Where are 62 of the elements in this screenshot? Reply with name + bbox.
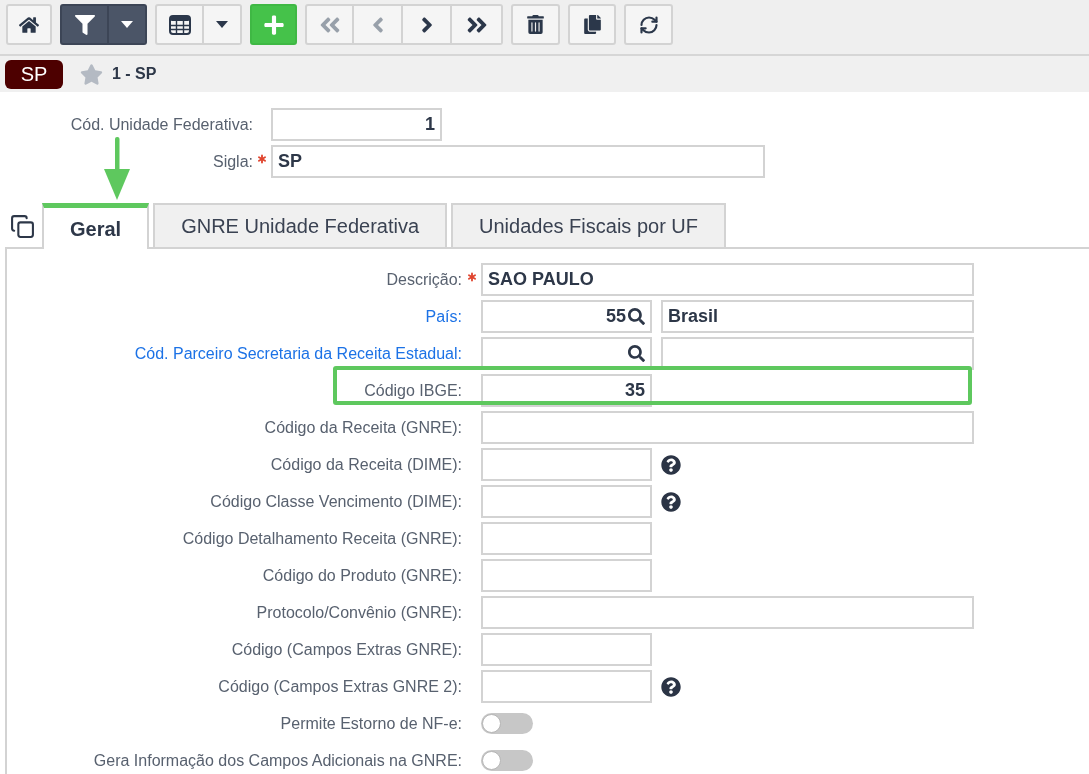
field-label: Cód. Unidade Federativa: (70, 114, 253, 135)
record-badge: SP (5, 59, 63, 89)
star-icon[interactable] (80, 62, 103, 86)
field-link[interactable]: País: (425, 304, 462, 329)
record-title: 1 - SP (112, 64, 157, 84)
field-label: Código (Campos Extras GNRE 2): (218, 676, 462, 697)
tab[interactable]: GNRE Unidade Federativa (153, 203, 448, 247)
field-label: Permite Estorno de NF-e: (280, 713, 462, 734)
search-icon[interactable] (628, 308, 645, 325)
refresh-icon (638, 14, 659, 35)
trash-icon (526, 15, 545, 34)
field-label: Protocolo/Convênio (GNRE): (256, 602, 462, 623)
help-icon[interactable] (661, 491, 681, 512)
text-field[interactable]: SP (271, 145, 765, 178)
duplicate-button[interactable] (568, 4, 616, 45)
code-field[interactable] (481, 522, 652, 555)
last-record-button[interactable] (452, 4, 503, 45)
field-label: Código do Produto (GNRE): (262, 565, 462, 586)
field-label: Gera Informação dos Campos Adicionais na GNRE: (93, 750, 462, 771)
code-field[interactable] (481, 670, 652, 703)
help-icon[interactable] (661, 454, 681, 475)
code-field[interactable] (481, 559, 652, 592)
field-label: Descrição: (386, 269, 462, 290)
home-button[interactable] (6, 4, 52, 45)
toggle-switch[interactable] (481, 713, 533, 734)
delete-button[interactable] (511, 4, 560, 45)
field-label: Código IBGE: (364, 380, 462, 401)
filter-icon (74, 14, 95, 35)
add-button[interactable] (250, 4, 297, 45)
table-view-button[interactable] (155, 4, 204, 45)
code-field[interactable] (481, 485, 652, 518)
refresh-button[interactable] (624, 4, 673, 45)
field-label: Código Classe Vencimento (DIME): (210, 491, 462, 512)
text-field[interactable] (481, 596, 974, 629)
code-field[interactable] (481, 448, 652, 481)
code-field[interactable] (481, 633, 652, 666)
code-field[interactable]: 1 (271, 108, 442, 141)
copy-icon[interactable] (10, 214, 35, 239)
table-icon (168, 14, 191, 35)
text-field[interactable] (481, 411, 974, 444)
field-link[interactable]: Cód. Parceiro Secretaria da Receita Estadual: (134, 341, 462, 366)
caret-down-icon (216, 21, 228, 28)
field-label: Código da Receita (GNRE): (264, 417, 462, 438)
next-record-button[interactable] (403, 4, 452, 45)
field-label: Sigla: (212, 151, 253, 172)
copy-icon (582, 15, 602, 34)
tab[interactable]: Geral (42, 203, 150, 249)
search-icon[interactable] (628, 345, 645, 362)
toggle-switch[interactable] (481, 750, 533, 771)
filter-button[interactable] (60, 4, 109, 45)
dropdown-button[interactable] (109, 4, 147, 45)
field-label: Código (Campos Extras GNRE): (231, 639, 462, 660)
home-icon (19, 14, 39, 35)
field-label: Código da Receita (DIME): (270, 454, 462, 475)
caret-down-icon (121, 21, 133, 28)
description-field[interactable]: Brasil (661, 300, 974, 333)
help-icon[interactable] (661, 676, 681, 697)
text-field[interactable]: SAO PAULO (481, 263, 974, 296)
tab[interactable]: Unidades Fiscais por UF (451, 203, 726, 247)
plus-icon (262, 13, 285, 36)
lookup-field[interactable]: 55 (481, 300, 652, 333)
field-label: Código Detalhamento Receita (GNRE): (182, 528, 462, 549)
